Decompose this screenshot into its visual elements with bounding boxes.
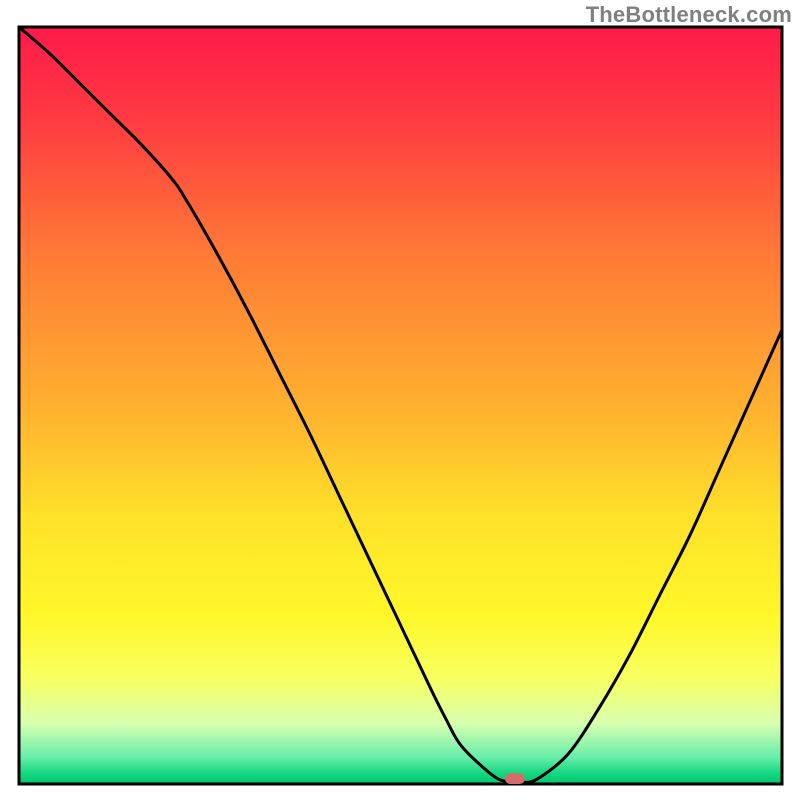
optimal-point-marker — [505, 773, 525, 784]
bottleneck-chart — [0, 0, 800, 800]
chart-container: TheBottleneck.com — [0, 0, 800, 800]
plot-background — [19, 27, 782, 784]
watermark-text: TheBottleneck.com — [586, 2, 792, 28]
